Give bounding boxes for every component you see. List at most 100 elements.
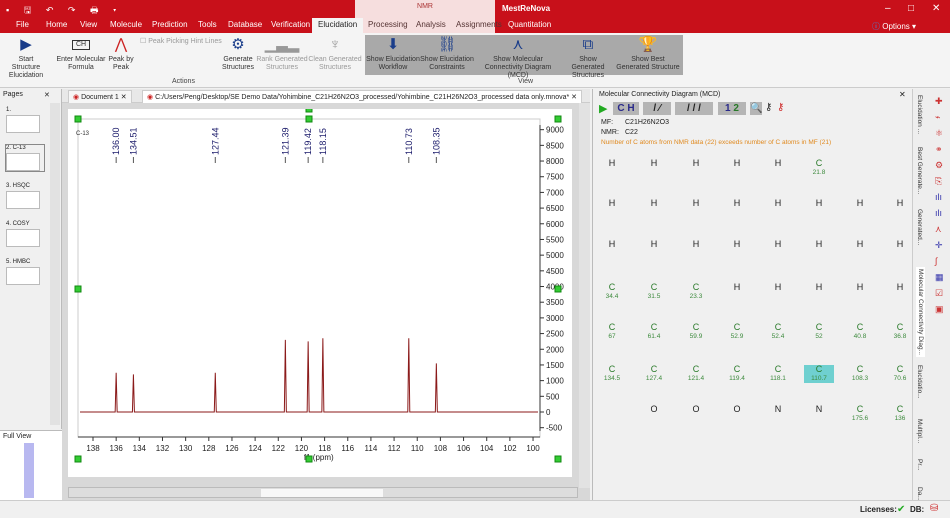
atom-h[interactable]: H	[681, 240, 711, 249]
atom-c[interactable]: C 23.3	[681, 283, 711, 301]
image-icon[interactable]: ▦	[935, 272, 944, 282]
atom-c[interactable]: C 127.4	[639, 365, 669, 383]
atom-c[interactable]: C 108.3	[845, 365, 875, 383]
pages-close-icon[interactable]: ✕	[44, 91, 50, 99]
page-thumbnail[interactable]: 2. C-13	[5, 144, 45, 172]
calendar-icon[interactable]: ▣	[935, 304, 944, 314]
peaks2-icon[interactable]: ılı	[935, 208, 942, 218]
atom-h[interactable]: H	[639, 240, 669, 249]
show-elucidation-workflow-button[interactable]: ⬇ Show Elucidation Workflow	[366, 36, 420, 72]
atom-h[interactable]: H	[639, 199, 669, 208]
multiplet-icon[interactable]: ⋏	[935, 224, 942, 234]
full-view-thumbnail[interactable]	[24, 443, 34, 498]
atom-h[interactable]: H	[763, 159, 793, 168]
atom-c[interactable]: C 70.6	[885, 365, 915, 383]
atom-h[interactable]: H	[885, 240, 915, 249]
add-icon[interactable]: ✚	[935, 96, 943, 106]
atom-h[interactable]: H	[845, 283, 875, 292]
run-icon[interactable]: ▶	[599, 102, 607, 115]
atom-h[interactable]: H	[804, 283, 834, 292]
show-elucidation-constraints-button[interactable]: ⛓ Show Elucidation Constraints	[420, 36, 474, 72]
toggle-ch-button[interactable]: C H	[613, 102, 639, 115]
tab-molecule[interactable]: Molecule	[104, 20, 148, 33]
atom-c[interactable]: C 61.4	[639, 323, 669, 341]
show-mcd-button[interactable]: ⋏ Show Molecular Connectivity Diagram (MC…	[474, 36, 562, 80]
atom-icon[interactable]: ⚛	[935, 128, 943, 138]
tab-analysis[interactable]: Analysis	[410, 20, 452, 33]
license-ok-icon[interactable]: ✔	[897, 504, 905, 515]
mcd-close-icon[interactable]: ✕	[899, 90, 906, 99]
atom-c[interactable]: C 119.4	[722, 365, 752, 383]
atom-c[interactable]: C 110.7	[804, 365, 834, 383]
tab-yohimbine[interactable]: ◉ C:/Users/Peng/Desktop/SE Demo Data/Yoh…	[142, 90, 583, 103]
atom-c[interactable]: C 34.4	[597, 283, 627, 301]
resize-handle[interactable]	[74, 285, 82, 293]
quick-access-toolbar[interactable]: ▪ 🖫 ↶ ↷ 🖶 ▾	[6, 3, 122, 19]
resize-handle[interactable]	[554, 285, 562, 293]
resize-handle[interactable]	[305, 105, 313, 113]
atom-c[interactable]: C 52	[804, 323, 834, 341]
peak-label[interactable]: 119.42	[303, 128, 313, 155]
generate-structures-button[interactable]: ⚙ Generate Structures	[220, 36, 256, 72]
correlation-toggle-button[interactable]: / / /	[675, 102, 713, 115]
copy-icon[interactable]: ⎘	[935, 176, 942, 186]
atom-c[interactable]: C 36.8	[885, 323, 915, 341]
spectrum-plot[interactable]: C-13 138 136 134 132 130 128 126 124 122 120 118 116…	[68, 105, 572, 477]
scrollbar-thumb[interactable]	[261, 489, 383, 497]
db-icon[interactable]: ⛁	[930, 503, 938, 514]
atom-h[interactable]: H	[722, 283, 752, 292]
peak-label[interactable]: 118.15	[318, 128, 328, 155]
enter-molecular-formula-button[interactable]: CH Enter Molecular Formula	[56, 36, 106, 72]
atom-h[interactable]: H	[763, 240, 793, 249]
key-icon[interactable]: ⚷	[765, 102, 772, 113]
atom-c[interactable]: C 59.9	[681, 323, 711, 341]
atom-o[interactable]: O	[639, 405, 669, 414]
tab-file[interactable]: File	[10, 20, 35, 33]
resize-handle[interactable]	[74, 455, 82, 463]
side-tab[interactable]: Multipl...	[916, 419, 923, 443]
peak-picking-hint-lines-checkbox[interactable]: ☐ Peak Picking Hint Lines	[140, 38, 222, 46]
info-icon[interactable]: ⓘ	[872, 22, 880, 31]
atom-h[interactable]: H	[681, 199, 711, 208]
atom-c[interactable]: C 31.5	[639, 283, 669, 301]
horizontal-scrollbar[interactable]	[68, 487, 578, 498]
atom-c[interactable]: C 121.4	[681, 365, 711, 383]
atom-h[interactable]: H	[722, 240, 752, 249]
atom-c[interactable]: C 175.6	[845, 405, 875, 423]
side-tab[interactable]: Generated...	[916, 209, 923, 245]
side-toolbar[interactable]: ✚ ⌁ ⚛ ⚭ ⚙ ⎘ ılı ılı ⋏ ✛ ∫ ▦ ☑ ▣	[935, 93, 949, 317]
atom-h[interactable]: H	[845, 240, 875, 249]
integral-icon[interactable]: ∫	[935, 256, 937, 266]
atom-h[interactable]: H	[681, 159, 711, 168]
side-tab[interactable]: Molecular Connectivity Diag...	[916, 267, 925, 357]
atom-n[interactable]: N	[763, 405, 793, 414]
close-button[interactable]: ✕	[932, 3, 940, 14]
peak-label[interactable]: 136.00	[111, 127, 121, 155]
tab-database[interactable]: Database	[222, 20, 268, 33]
vertical-scrollbar[interactable]	[579, 103, 590, 488]
numbering-button[interactable]: 1 2	[718, 102, 746, 115]
page-thumbnail[interactable]: 3. HSQC	[6, 183, 44, 209]
atom-h[interactable]: H	[639, 159, 669, 168]
options-menu[interactable]: ⓘ Options ▾	[872, 21, 916, 32]
show-best-generated-structure-button[interactable]: 🏆 Show Best Generated Structure	[614, 36, 682, 72]
maximize-button[interactable]: □	[908, 3, 914, 14]
atom-h[interactable]: H	[885, 283, 915, 292]
atom-h[interactable]: H	[763, 283, 793, 292]
side-tab[interactable]: Pr...	[916, 459, 923, 471]
peak-label[interactable]: 108.35	[431, 127, 441, 155]
resize-handle[interactable]	[74, 115, 82, 123]
peak-label[interactable]: 121.39	[280, 127, 290, 155]
page-thumbnail[interactable]: 5. HMBC	[6, 259, 44, 285]
tab-home[interactable]: Home	[40, 20, 73, 33]
atom-h[interactable]: H	[804, 199, 834, 208]
minimize-button[interactable]: –	[885, 3, 891, 14]
zoom-icon[interactable]: 🔍	[750, 102, 762, 115]
atom-h[interactable]: H	[763, 199, 793, 208]
pages-scrollbar[interactable]	[50, 103, 60, 425]
side-tab[interactable]: Elucidatio...	[916, 365, 923, 399]
atom-h[interactable]: H	[722, 159, 752, 168]
atom-h[interactable]: H	[804, 240, 834, 249]
rank-generated-structures-button[interactable]: ▁▃▂ Rank Generated Structures	[256, 36, 308, 72]
resize-handle[interactable]	[305, 115, 313, 123]
